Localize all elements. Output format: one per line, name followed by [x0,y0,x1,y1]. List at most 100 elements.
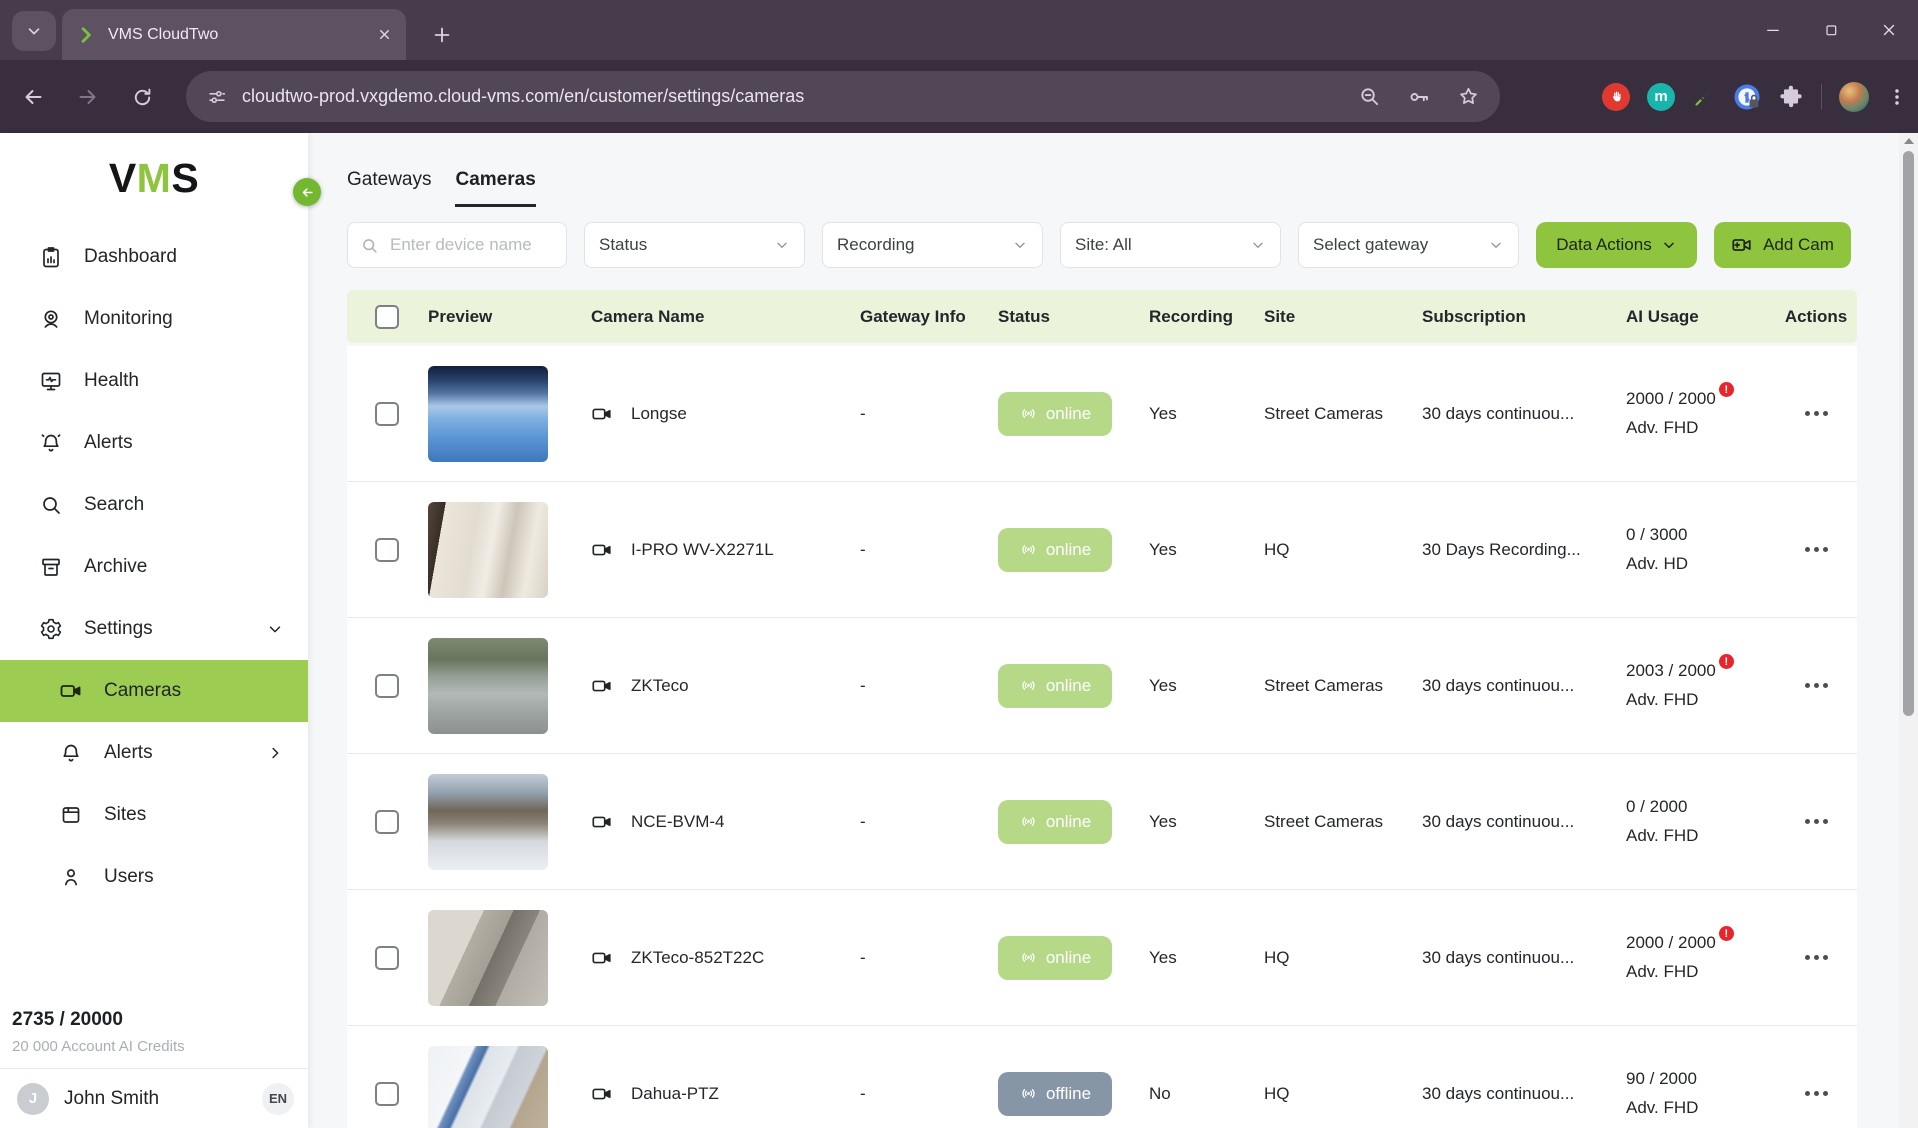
password-manager-extension-icon[interactable] [1733,83,1761,111]
address-bar[interactable]: cloudtwo-prod.vxgdemo.cloud-vms.com/en/c… [186,71,1500,122]
saved-password-key-icon[interactable] [1407,85,1431,109]
row-actions-menu[interactable] [1799,1085,1834,1102]
sidebar-item-label: Sites [104,804,147,825]
video-camera-icon [591,539,613,561]
sites-window-icon [59,803,83,827]
webcam-icon [39,307,63,331]
ai-usage-cell: 0 / 3000! Adv. HD [1620,525,1775,574]
camera-preview-thumbnail[interactable] [428,501,548,598]
subscription-value: 30 days continuou... [1422,947,1575,967]
camera-preview-thumbnail[interactable] [428,909,548,1006]
camera-name[interactable]: Dahua-PTZ [631,1084,719,1104]
sidebar-nav: Dashboard Monitoring Health Alerts Searc [0,226,308,908]
site-info-icon[interactable] [206,86,228,108]
row-checkbox[interactable] [375,1081,399,1106]
bookmark-star-icon[interactable] [1457,85,1480,108]
zoom-out-icon[interactable] [1358,85,1381,108]
search-input[interactable] [388,234,554,256]
status-filter-dropdown[interactable]: Status [584,222,805,268]
device-search[interactable] [347,222,567,268]
select-all-checkbox[interactable] [375,304,399,329]
forward-button[interactable] [68,77,108,117]
status-badge: online [998,391,1112,436]
row-checkbox[interactable] [375,673,399,698]
add-cam-label: Add Cam [1763,235,1834,254]
reload-button[interactable] [122,77,162,117]
sidebar-item-archive[interactable]: Archive [0,536,308,598]
row-checkbox[interactable] [375,945,399,970]
monica-extension-icon[interactable]: m [1647,82,1675,111]
tab-cameras[interactable]: Cameras [455,169,536,207]
browser-menu-kebab-icon[interactable] [1886,86,1908,108]
row-actions-menu[interactable] [1799,813,1834,830]
browser-profile-avatar[interactable] [1839,81,1869,112]
recording-value: No [1149,1083,1171,1103]
sidebar-item-monitoring[interactable]: Monitoring [0,288,308,350]
close-button[interactable] [1860,0,1918,60]
sidebar-item-alerts[interactable]: Alerts [0,412,308,474]
filter-bar: Status Recording Site: All Select gatewa… [347,222,1851,268]
recording-value: Yes [1149,947,1177,967]
row-actions-menu[interactable] [1799,541,1834,558]
sidebar-collapse-button[interactable] [293,178,321,206]
adblock-extension-icon[interactable] [1602,82,1630,111]
sidebar-item-dashboard[interactable]: Dashboard [0,226,308,288]
row-checkbox[interactable] [375,401,399,426]
camera-preview-thumbnail[interactable] [428,1045,548,1128]
language-badge[interactable]: EN [262,1082,294,1115]
column-status: Status [998,306,1050,326]
eyedropper-extension-icon[interactable] [1692,85,1716,109]
status-badge: online [998,663,1112,708]
sidebar-item-label: Dashboard [84,246,177,267]
sidebar-item-settings[interactable]: Settings [0,598,308,660]
sidebar-item-alerts-sub[interactable]: Alerts [0,722,308,784]
row-actions-menu[interactable] [1799,677,1834,694]
camera-name[interactable]: I-PRO WV-X2271L [631,540,774,560]
new-tab-button[interactable] [424,17,460,53]
recording-value: Yes [1149,403,1177,423]
camera-name[interactable]: NCE-BVM-4 [631,812,725,832]
user-icon [59,865,83,889]
gateway-filter-dropdown[interactable]: Select gateway [1298,222,1519,268]
sidebar-item-cameras[interactable]: Cameras [0,660,308,722]
row-checkbox[interactable] [375,809,399,834]
minimize-button[interactable] [1744,0,1802,60]
sidebar-item-sites[interactable]: Sites [0,784,308,846]
row-actions-menu[interactable] [1799,405,1834,422]
tab-gateways[interactable]: Gateways [347,169,431,207]
camera-preview-thumbnail[interactable] [428,637,548,734]
scrollbar-thumb[interactable] [1903,151,1914,716]
recording-value: Yes [1149,675,1177,695]
logo-s: S [171,155,200,201]
recording-filter-dropdown[interactable]: Recording [822,222,1043,268]
gateway-info: - [860,947,866,967]
scrollbar-up-arrow[interactable] [1899,133,1918,149]
sidebar-item-label: Archive [84,556,148,577]
camera-preview-thumbnail[interactable] [428,365,548,462]
back-button[interactable] [13,77,53,117]
camera-preview-thumbnail[interactable] [428,773,548,870]
add-cam-button[interactable]: Add Cam [1714,222,1851,268]
camera-name[interactable]: Longse [631,404,687,424]
signal-icon [1019,404,1038,423]
site-filter-dropdown[interactable]: Site: All [1060,222,1281,268]
camera-name[interactable]: ZKTeco-852T22C [631,948,764,968]
extensions-puzzle-icon[interactable] [1778,84,1804,110]
tab-search-button[interactable] [12,11,56,51]
browser-tab[interactable]: VMS CloudTwo [62,9,406,60]
chevron-down-icon [774,237,790,253]
sidebar-item-search[interactable]: Search [0,474,308,536]
sidebar-item-users[interactable]: Users [0,846,308,908]
tab-close-icon[interactable] [377,27,392,42]
gear-icon [39,617,63,641]
row-checkbox[interactable] [375,537,399,562]
row-actions-menu[interactable] [1799,949,1834,966]
sidebar: VMS Dashboard Monitoring Health Alerts S… [0,133,308,1128]
camera-name[interactable]: ZKTeco [631,676,689,696]
ai-usage-value: 2000 / 2000 [1626,933,1716,952]
user-row[interactable]: J John Smith EN [0,1068,308,1128]
user-avatar: J [17,1082,49,1115]
sidebar-item-health[interactable]: Health [0,350,308,412]
data-actions-button[interactable]: Data Actions [1536,222,1697,268]
maximize-button[interactable] [1802,0,1860,60]
